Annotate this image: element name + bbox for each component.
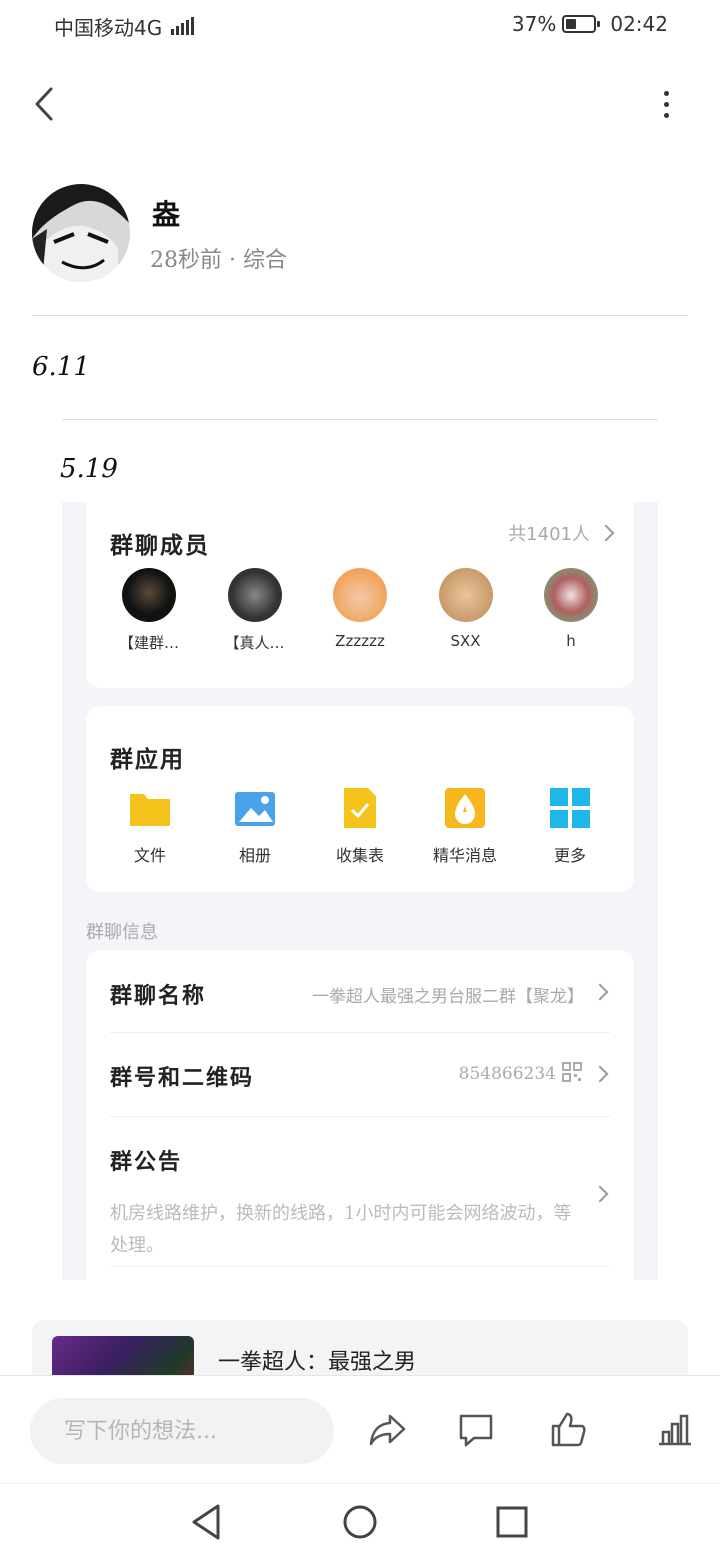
member-name: 【建群… [118,634,179,652]
divider [32,315,688,316]
form-icon [344,788,376,828]
post-text: 6.11 [32,352,90,382]
author-avatar[interactable] [32,184,130,282]
clock: 02:42 [610,12,668,36]
section-label: 群聊信息 [86,922,158,943]
member-item: h [526,568,616,653]
member-name: 【真人… [224,634,285,652]
member-item: 【建群… [104,568,194,653]
chevron-right-icon [597,524,615,542]
member-name: h [566,632,576,650]
group-name-row: 群聊名称 一拳超人最强之男台服二群【聚龙】 [110,950,610,1033]
author-name[interactable]: 盎 [152,193,180,233]
member-item: SXX [421,568,511,653]
link-title: 一拳超人：最强之男 [218,1350,417,1375]
system-nav-bar [0,1483,720,1561]
like-icon[interactable] [548,1410,588,1450]
folder-icon [130,794,170,826]
top-bar [0,70,720,140]
post-image[interactable]: 群聊成员 共1401人 【建群… 【真人… Zzzzzz SXX h 群应用 文… [62,502,658,1280]
group-notice-row: 群公告 机房线路维护，换新的线路，1小时内可能会网络波动，等处理。 [110,1116,610,1267]
member-avatar [333,568,387,622]
members-card: 群聊成员 共1401人 【建群… 【真人… Zzzzzz SXX h [86,502,634,688]
member-item: 【真人… [210,568,300,653]
battery-icon [562,15,601,33]
info-card: 群聊名称 一拳超人最强之男台服二群【聚龙】 群号和二维码 854866234 群… [86,950,634,1280]
carrier-label: 中国移动4G [54,16,163,40]
app-item: 相册 [205,786,305,866]
member-avatar [122,568,176,622]
group-number-value: 854866234 [458,1064,556,1084]
more-dots-icon [663,90,669,96]
back-button[interactable] [26,86,62,122]
app-item: 收集表 [310,786,410,866]
member-avatar [438,568,493,622]
stats-icon[interactable] [655,1410,695,1450]
divider [62,419,658,420]
avatar-image [32,184,130,282]
member-item: Zzzzzz [315,568,405,653]
qr-code-icon [562,1062,582,1082]
back-arrow-icon [35,87,53,121]
share-icon[interactable] [368,1410,408,1450]
app-list: 文件 相册 收集表 精华消息 更多 [86,786,634,866]
member-name: Zzzzzz [335,632,385,650]
signal-icon [170,17,194,35]
member-count: 共1401人 [508,520,615,546]
comment-input[interactable] [30,1398,334,1464]
chevron-right-icon [591,1065,609,1083]
apps-card: 群应用 文件 相册 收集表 精华消息 更多 [86,706,634,892]
post-text: 5.19 [60,454,118,484]
comment-icon[interactable] [456,1410,496,1450]
notice-text: 机房线路维护，换新的线路，1小时内可能会网络波动，等处理。 [110,1203,572,1256]
app-item: 文件 [100,786,200,866]
nav-home-icon[interactable] [340,1502,380,1542]
chevron-right-icon [591,983,609,1001]
app-item: 更多 [520,786,620,866]
apps-title: 群应用 [110,746,185,773]
member-name: SXX [450,632,481,650]
essence-icon [445,788,485,828]
group-name-value: 一拳超人最强之男台服二群【聚龙】 [312,987,584,1007]
status-bar: 中国移动4G 37% 02:42 [0,0,720,52]
app-item: 精华消息 [415,786,515,866]
group-number-row: 群号和二维码 854866234 [110,1032,610,1117]
bottom-action-bar [0,1375,720,1484]
members-title: 群聊成员 [110,532,210,559]
more-apps-icon [550,788,590,828]
post-meta: 28秒前 · 综合 [150,248,287,273]
chevron-right-icon [591,1185,609,1203]
album-icon [235,792,275,826]
nav-recents-icon[interactable] [492,1502,532,1542]
more-options-button[interactable] [654,86,678,122]
battery-percent: 37% [511,12,557,36]
member-list: 【建群… 【真人… Zzzzzz SXX h [86,568,634,653]
member-avatar [227,568,282,622]
nav-back-icon[interactable] [186,1502,226,1542]
member-avatar [544,568,598,622]
